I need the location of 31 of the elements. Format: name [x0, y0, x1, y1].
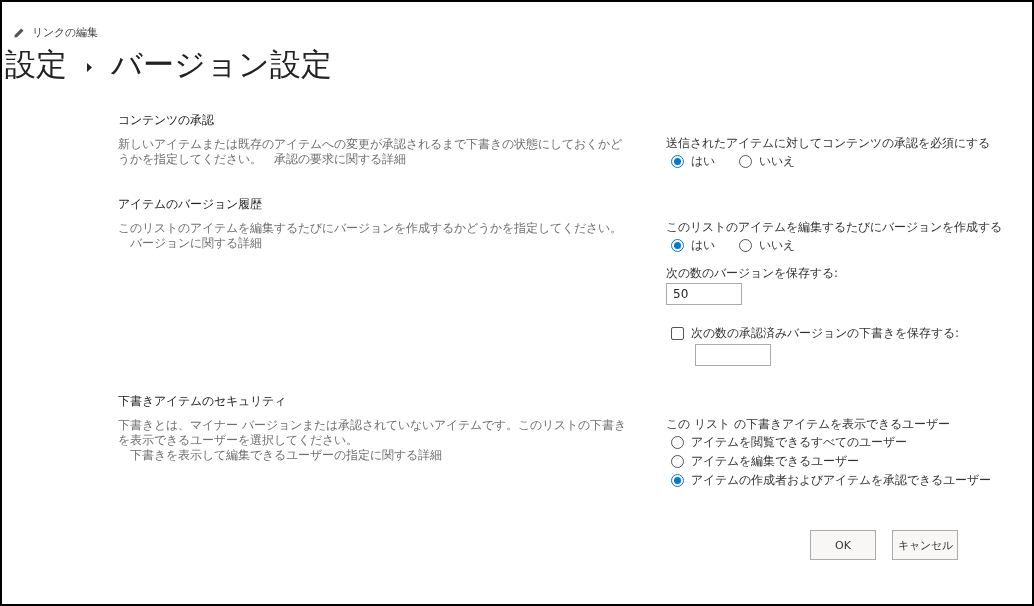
checkbox-label[interactable]: 次の数の承認済みバージョンの下書きを保存する: [691, 325, 960, 341]
section-title: 下書きアイテムのセキュリティ [118, 394, 286, 409]
pencil-icon [14, 28, 24, 38]
number-input[interactable] [695, 344, 771, 366]
field-label: この リスト の下書きアイテムを表示できるユーザー [666, 416, 950, 432]
option-label[interactable]: アイテムを閲覧できるすべてのユーザー [691, 435, 907, 450]
option-label[interactable]: いいえ [759, 238, 795, 253]
help-link[interactable]: 承認の要求に関する詳細 [274, 152, 406, 166]
checkbox[interactable] [671, 326, 684, 340]
option-label[interactable]: はい [691, 154, 715, 169]
section-description: 下書きとは、マイナー バージョンまたは承認されていないアイテムです。このリストの下書きを表示できるユーザーを選択してください。 下書きを表示して編集できるユーザーの指定に関する詳細 [118, 418, 627, 463]
section-title: アイテムのバージョン履歴 [118, 197, 262, 212]
help-link[interactable]: 下書きを表示して編集できるユーザーの指定に関する詳細 [130, 448, 442, 462]
page-title: バージョン設定 [111, 45, 332, 84]
help-link[interactable]: バージョンに関する詳細 [130, 236, 262, 250]
section-description: このリストのアイテムを編集するたびにバージョンを作成するかどうかを指定してください。 バージョンに関する詳細 [118, 221, 623, 251]
dialog-button[interactable]: キャンセル [892, 530, 958, 560]
caret-right-icon [87, 62, 92, 72]
field-label: 次の数のバージョンを保存する: [666, 265, 839, 281]
dialog-button[interactable]: OK [810, 530, 876, 560]
field-label: 送信されたアイテムに対してコンテンツの承認を必須にする [666, 135, 990, 151]
option-label[interactable]: はい [691, 238, 715, 253]
option-label[interactable]: アイテムを編集できるユーザー [691, 454, 859, 469]
section-title: コンテンツの承認 [118, 113, 214, 128]
option-label[interactable]: アイテムの作成者およびアイテムを承認できるユーザー [691, 473, 991, 488]
option-label[interactable]: いいえ [759, 154, 795, 169]
edit-link[interactable]: リンクの編集 [14, 26, 98, 40]
number-input[interactable]: 50 [666, 283, 742, 305]
breadcrumb-link[interactable]: 設定 [5, 43, 67, 85]
field-label: このリストのアイテムを編集するたびにバージョンを作成する [666, 219, 1002, 235]
section-description: 新しいアイテムまたは既存のアイテムへの変更が承認されるまで下書きの状態にしておくかどうかを指定してください。 承認の要求に関する詳細 [118, 137, 623, 167]
